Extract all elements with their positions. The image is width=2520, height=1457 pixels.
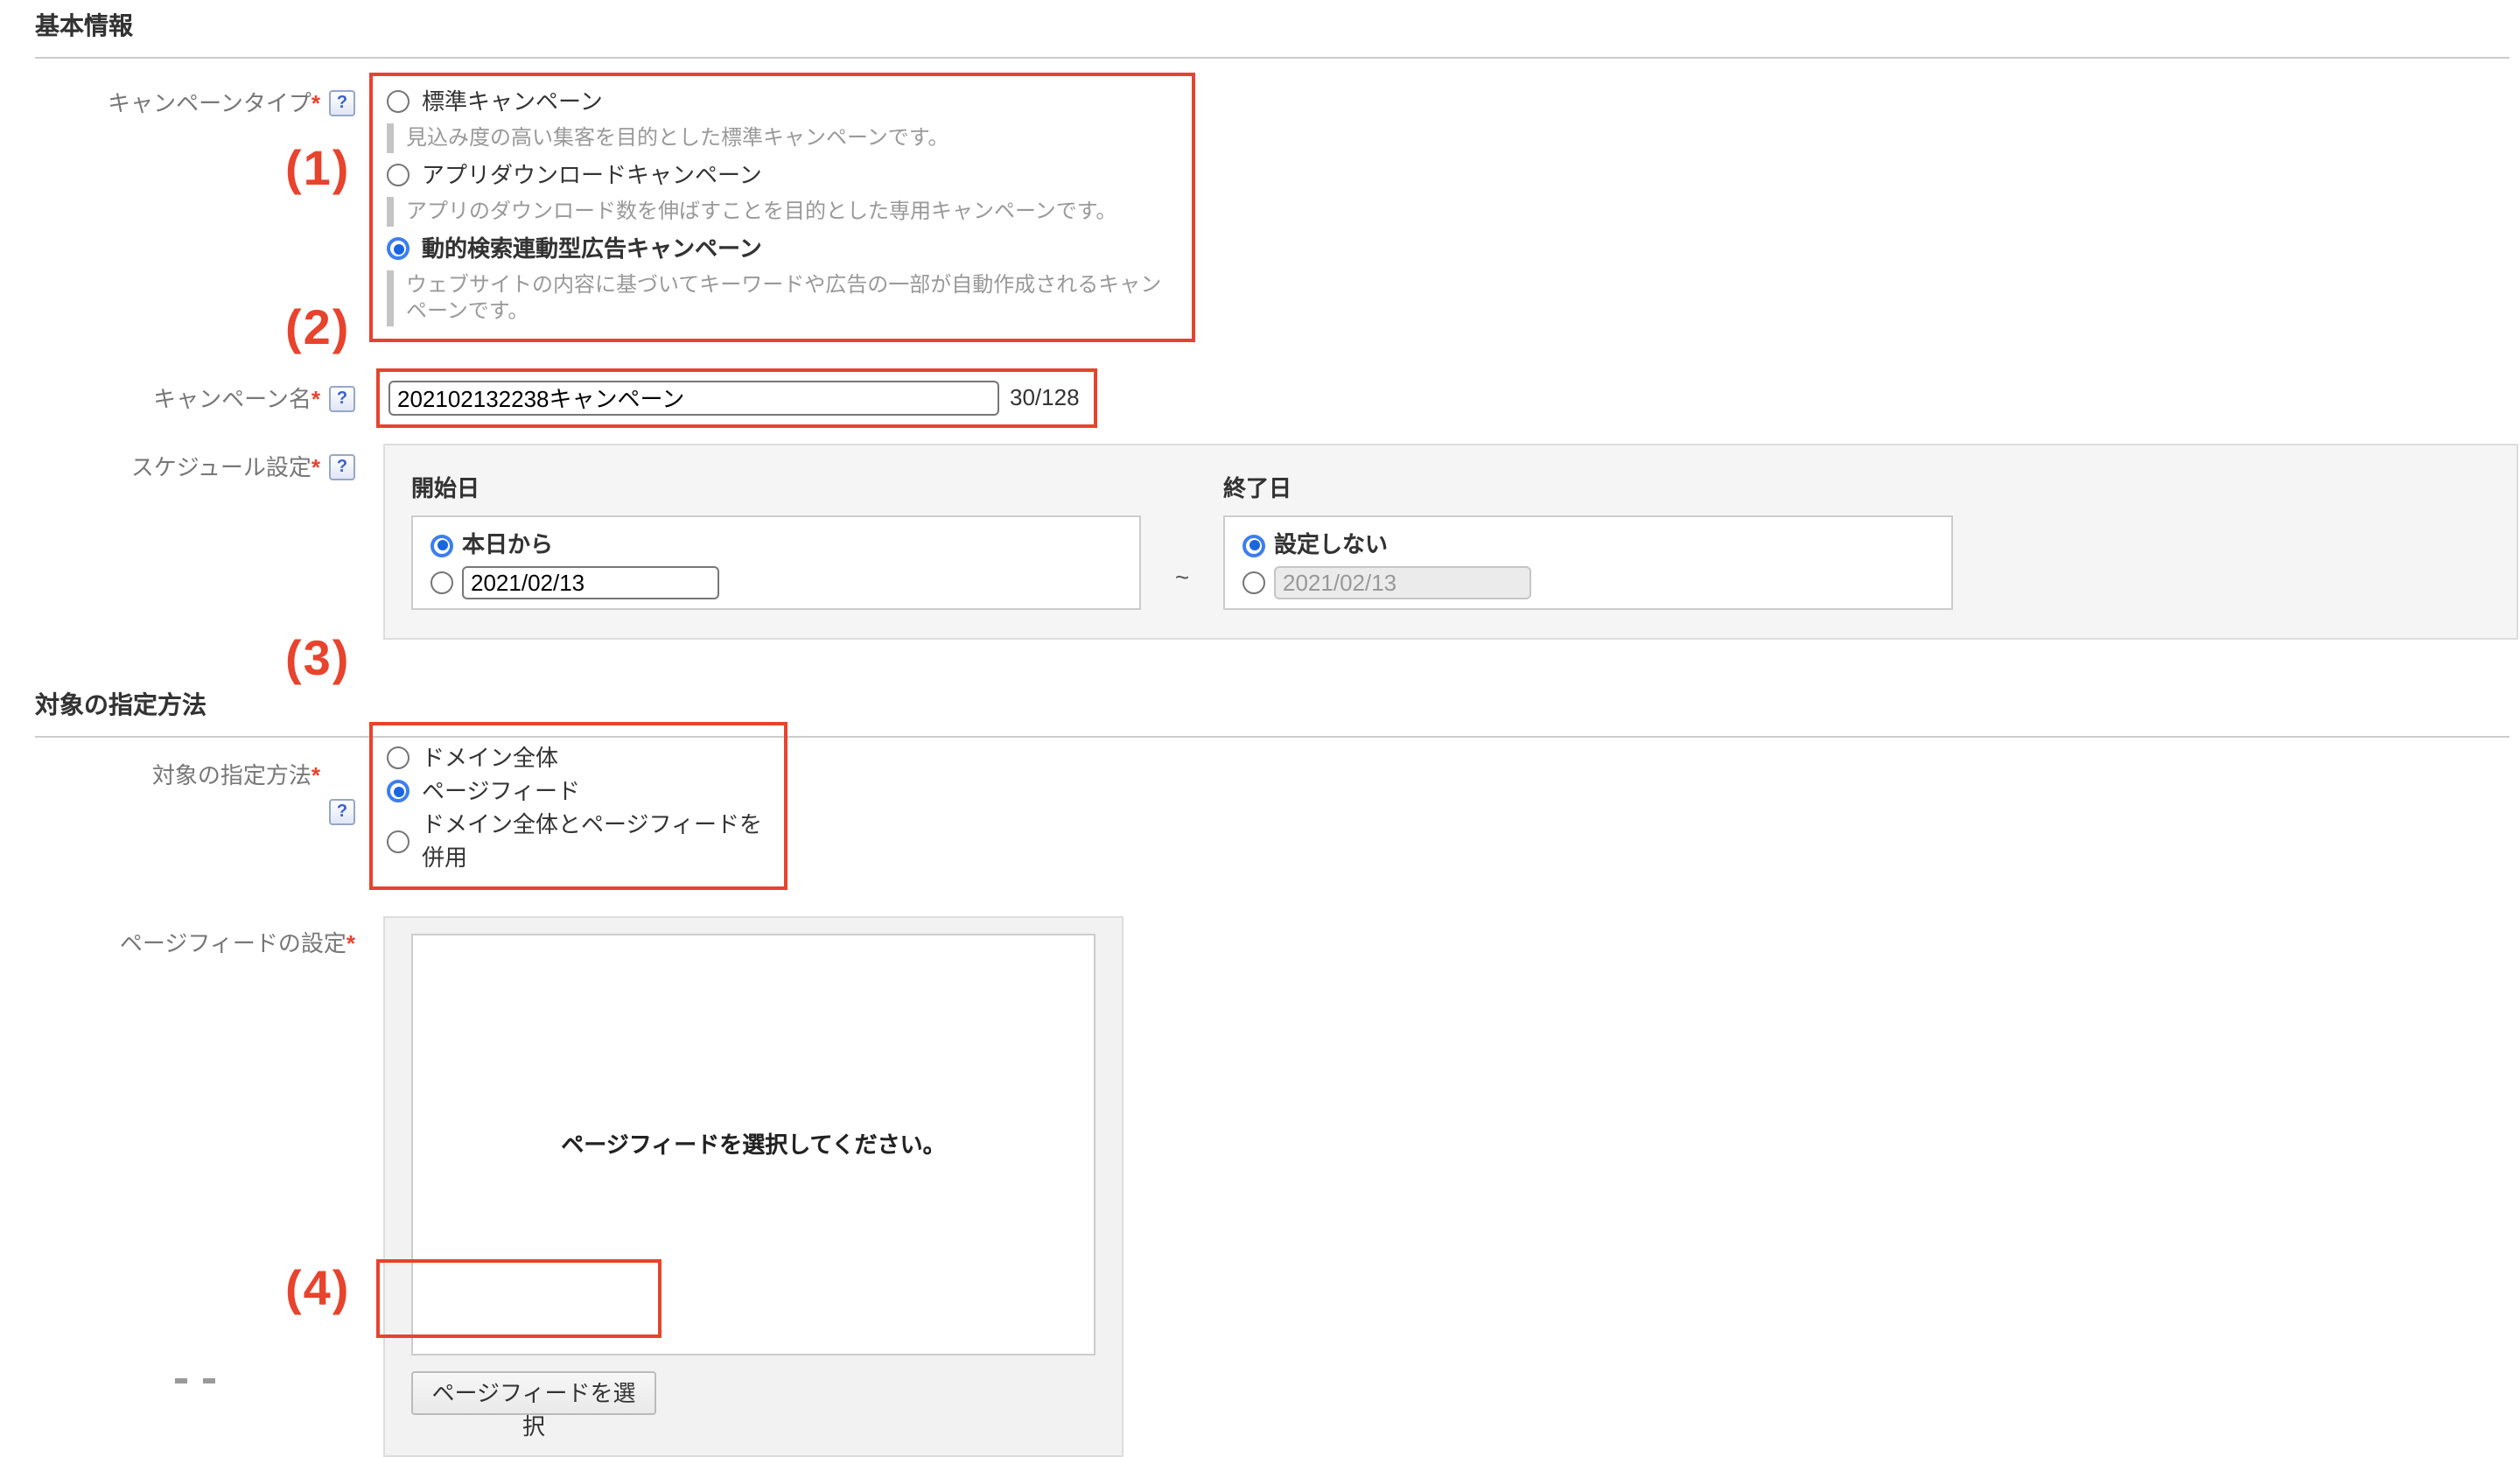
schedule-label: スケジュール設定* (131, 452, 320, 483)
callout-box-1: 標準キャンペーン 見込み度の高い集客を目的とした標準キャンペーンです。 アプリダ… (369, 73, 1195, 342)
schedule-row: スケジュール設定* ? 開始日 本日から (0, 444, 2520, 641)
radio-option-no-end-date[interactable]: 設定しない (1242, 530, 1934, 562)
annotation-3: (3) (285, 626, 350, 692)
schedule-label-cell: スケジュール設定* ? (0, 444, 355, 483)
end-date-box: 設定しない (1223, 516, 1953, 611)
radio-option-dynamic-search-campaign[interactable]: 動的検索連動型広告キャンペーン (387, 234, 1178, 265)
radio-label: ドメイン全体とページフィードを併用 (422, 809, 770, 875)
radio-icon-selected[interactable] (387, 781, 410, 803)
radio-label: 動的検索連動型広告キャンペーン (422, 234, 762, 265)
required-asterisk: * (346, 931, 355, 957)
campaign-name-label: キャンペーン名* (153, 384, 320, 415)
campaign-name-row: キャンペーン名* ? 30/128 (0, 368, 2520, 428)
section-title-basic-info: 基本情報 (35, 10, 2510, 59)
radio-icon-selected[interactable] (1242, 535, 1265, 557)
radio-icon[interactable] (387, 165, 410, 187)
select-page-feed-button[interactable]: ページフィードを選択 (411, 1372, 656, 1416)
char-counter: 30/128 (1010, 382, 1080, 413)
radio-label: 本日から (462, 530, 553, 562)
page-feed-row: ページフィードの設定* ページフィードを選択してください。 ページフィードを選択 (0, 917, 2520, 1457)
radio-option-whole-domain[interactable]: ドメイン全体 (387, 742, 770, 775)
schedule-panel: 開始日 本日から ~ 終了日 (383, 444, 2518, 641)
radio-option-start-date[interactable] (430, 567, 1122, 600)
page-feed-panel: ページフィードを選択してください。 ページフィードを選択 (383, 917, 1124, 1457)
radio-icon[interactable] (1242, 572, 1265, 595)
date-range-separator: ~ (1141, 473, 1223, 611)
start-date-header: 開始日 (411, 473, 1141, 504)
page-feed-empty-message: ページフィードを選択してください。 (561, 1130, 945, 1160)
annotation-1: (1) (285, 136, 350, 202)
page-feed-label: ページフィードの設定* (120, 929, 355, 960)
radio-option-domain-and-page-feed[interactable]: ドメイン全体とページフィードを併用 (387, 809, 770, 875)
cutoff-content-sliver (175, 1378, 245, 1384)
end-date-header: 終了日 (1223, 473, 1953, 504)
radio-icon[interactable] (387, 830, 410, 853)
help-icon[interactable]: ? (329, 386, 355, 412)
required-asterisk: * (312, 454, 320, 480)
campaign-type-label: キャンペーンタイプ* (108, 88, 320, 119)
option-description: 見込み度の高い集客を目的とした標準キャンペーンです。 (387, 123, 1178, 153)
start-date-input[interactable] (462, 567, 719, 600)
end-date-column: 終了日 設定しない (1223, 473, 1953, 611)
required-asterisk: * (312, 386, 320, 412)
radio-label: アプリダウンロードキャンペーン (422, 160, 762, 192)
campaign-name-label-cell: キャンペーン名* ? (0, 368, 355, 415)
radio-option-app-download-campaign[interactable]: アプリダウンロードキャンペーン (387, 160, 1178, 192)
target-method-label: 対象の指定方法* (152, 761, 320, 792)
description-bar (387, 270, 394, 326)
start-date-column: 開始日 本日から (411, 473, 1141, 611)
radio-option-end-date[interactable] (1242, 567, 1934, 600)
page-feed-label-cell: ページフィードの設定* (0, 917, 355, 960)
radio-icon[interactable] (430, 572, 453, 595)
radio-label: 設定しない (1274, 530, 1388, 562)
target-method-row: 対象の指定方法* ? ドメイン全体 ページフィード ドメイン全体とページフィード… (0, 723, 2520, 891)
end-date-input-disabled (1274, 567, 1531, 600)
radio-icon[interactable] (387, 747, 410, 770)
annotation-2: (2) (285, 295, 350, 361)
required-asterisk: * (312, 90, 320, 116)
help-icon[interactable]: ? (329, 90, 355, 116)
option-description: ウェブサイトの内容に基づいてキーワードや広告の一部が自動作成されるキャンペーンで… (387, 270, 1178, 326)
campaign-type-row: キャンペーンタイプ* ? 標準キャンペーン 見込み度の高い集客を目的とした標準キ… (0, 73, 2520, 342)
radio-icon-selected[interactable] (430, 535, 453, 557)
radio-label: 標準キャンペーン (422, 87, 603, 118)
radio-option-page-feed[interactable]: ページフィード (387, 775, 770, 809)
help-icon[interactable]: ? (329, 800, 355, 826)
option-description: アプリのダウンロード数を伸ばすことを目的とした専用キャンペーンです。 (387, 197, 1178, 227)
annotation-4: (4) (285, 1256, 350, 1322)
callout-box-4 (376, 1259, 662, 1338)
description-bar (387, 197, 394, 227)
radio-icon-selected[interactable] (387, 238, 410, 261)
callout-box-2: 30/128 (376, 368, 1097, 428)
description-bar (387, 123, 394, 153)
campaign-type-label-cell: キャンペーンタイプ* ? (0, 73, 355, 119)
radio-option-standard-campaign[interactable]: 標準キャンペーン (387, 87, 1178, 118)
campaign-name-input[interactable] (388, 381, 999, 416)
radio-label: ドメイン全体 (422, 742, 558, 775)
required-asterisk: * (312, 763, 320, 789)
radio-label: ページフィード (422, 775, 580, 809)
start-date-box: 本日から (411, 516, 1141, 611)
page: 基本情報 キャンペーンタイプ* ? 標準キャンペーン 見込み度の高い集客を目的と… (0, 10, 2520, 1384)
help-icon[interactable]: ? (329, 454, 355, 480)
callout-box-3: ドメイン全体 ページフィード ドメイン全体とページフィードを併用 (369, 723, 788, 891)
radio-icon[interactable] (387, 91, 410, 114)
radio-option-start-today[interactable]: 本日から (430, 530, 1122, 562)
